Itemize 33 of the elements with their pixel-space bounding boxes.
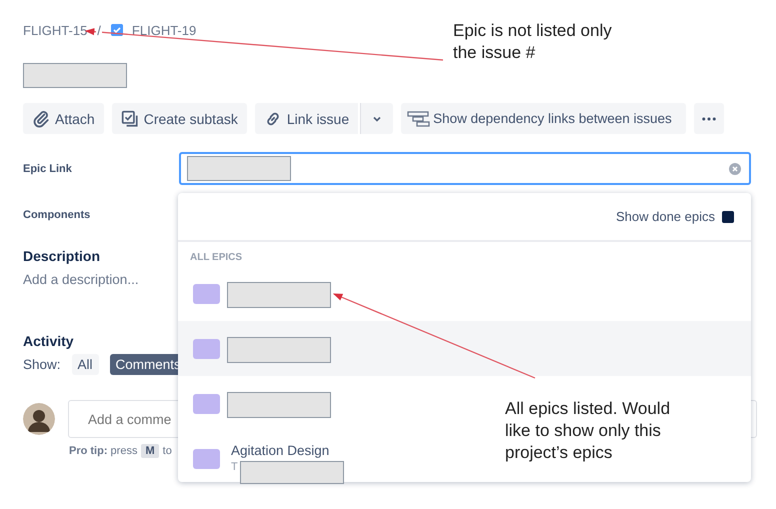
annotation-text: All epics listed. Would like to show only this project’s epics: [505, 398, 672, 464]
breadcrumb-separator: /: [96, 22, 102, 38]
field-label: Components: [23, 209, 92, 221]
field-label: Epic Link: [23, 162, 73, 174]
more-button[interactable]: [694, 103, 724, 134]
filter-button[interactable]: All: [72, 354, 99, 374]
annotation-text: Epic is not listed only the issue #: [453, 20, 613, 64]
subtask-button[interactable]: Create subtask: [112, 103, 247, 134]
description-placeholder[interactable]: Add a description...: [23, 272, 139, 287]
epic-option[interactable]: [178, 321, 751, 376]
dependency-button[interactable]: Show dependency links between issues: [401, 103, 686, 134]
breadcrumb-link[interactable]: FLIGHT-19: [132, 22, 196, 38]
link-button[interactable]: Link issue: [254, 103, 358, 134]
keyboard-key: M: [141, 444, 159, 458]
subtask-icon: [120, 110, 139, 128]
avatar: [23, 403, 55, 435]
section-heading: Description: [23, 248, 100, 264]
clear-icon[interactable]: [729, 162, 741, 174]
pro-tip-text: Pro tip: press: [69, 445, 138, 457]
checkbox-icon: [110, 24, 123, 36]
section-label: ALL EPICS: [189, 251, 244, 265]
paperclip-icon: [32, 110, 50, 128]
section-heading: Activity: [23, 333, 74, 349]
checkbox[interactable]: [722, 210, 734, 222]
dependency-icon: [407, 110, 432, 128]
breadcrumb-link[interactable]: FLIGHT-15: [23, 22, 88, 38]
pro-tip-text: to: [162, 445, 172, 457]
attach-button[interactable]: Attach: [23, 103, 104, 134]
epic-link-field[interactable]: [179, 152, 751, 185]
show-label: Show:: [23, 356, 61, 372]
epic-title: Agitation Design: [231, 442, 330, 458]
show-done-label: Show done epics: [616, 209, 715, 224]
epic-key: T: [231, 458, 330, 474]
